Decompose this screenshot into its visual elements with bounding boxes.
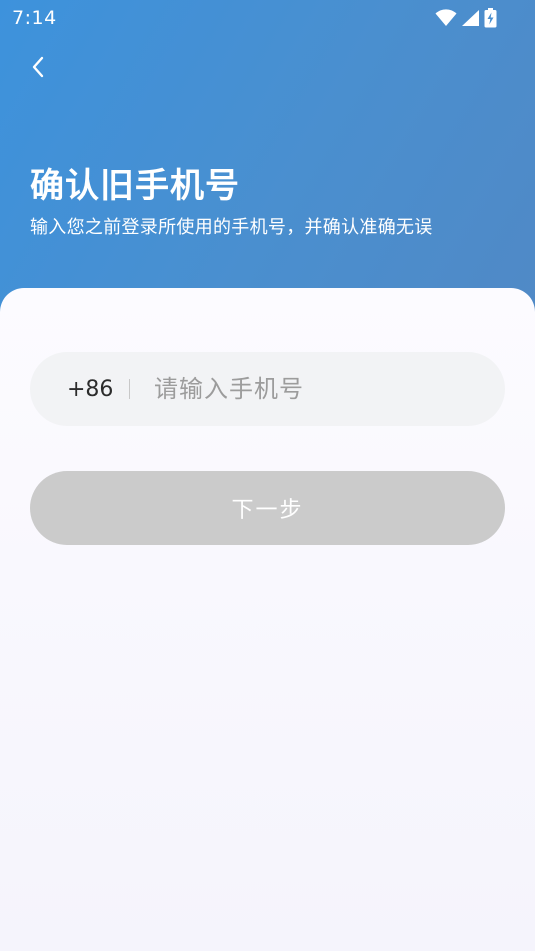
country-code[interactable]: +86 xyxy=(67,377,113,402)
status-time: 7:14 xyxy=(12,7,57,29)
field-divider xyxy=(129,379,130,399)
phone-input[interactable] xyxy=(152,374,476,404)
content-card: +86 下一步 xyxy=(0,288,535,951)
page-subtitle: 输入您之前登录所使用的手机号，并确认准确无误 xyxy=(30,217,433,238)
wifi-icon xyxy=(435,9,457,31)
next-button[interactable]: 下一步 xyxy=(30,471,505,545)
back-button[interactable] xyxy=(24,55,52,83)
battery-charging-icon xyxy=(484,8,497,32)
chevron-left-icon xyxy=(31,56,45,82)
signal-icon xyxy=(461,9,480,31)
status-bar: 7:14 xyxy=(0,0,535,36)
phone-field[interactable]: +86 xyxy=(30,352,505,426)
page-title: 确认旧手机号 xyxy=(30,166,240,206)
status-icons xyxy=(435,8,497,32)
